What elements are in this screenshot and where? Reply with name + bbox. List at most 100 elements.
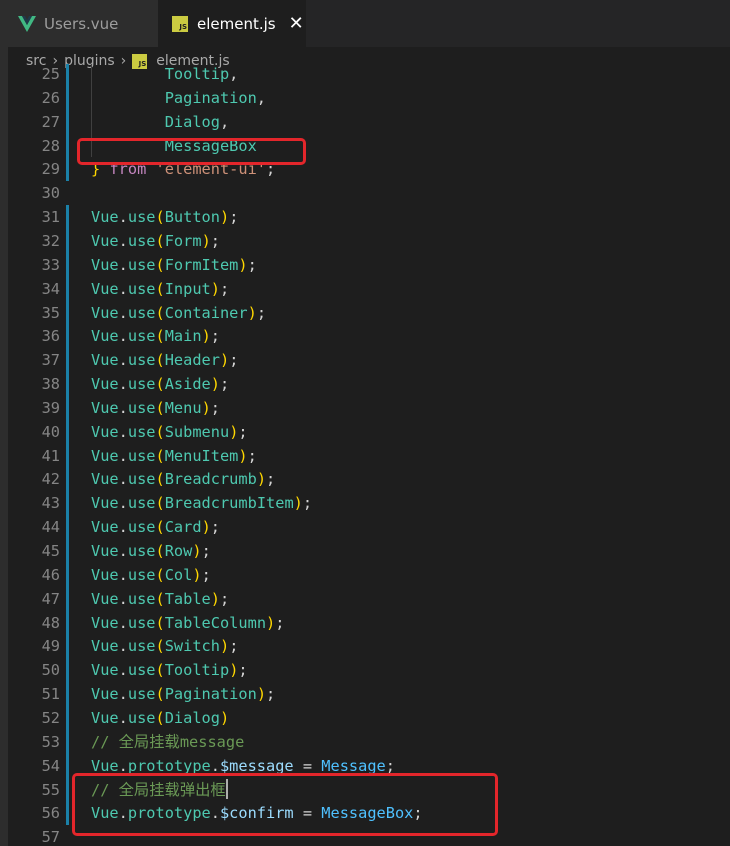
- code-token: Vue: [91, 303, 119, 322]
- code-token: (: [155, 255, 165, 274]
- code-token: use: [127, 279, 156, 298]
- code-token: ): [238, 255, 248, 274]
- code-token: ): [201, 518, 211, 537]
- code-line[interactable]: 30: [8, 181, 730, 205]
- code-token: ;: [220, 375, 230, 394]
- code-token: ;: [247, 255, 257, 274]
- code-line[interactable]: 34 Vue.use(Input);: [8, 277, 730, 301]
- code-token: Vue: [91, 518, 119, 537]
- code-token: .: [118, 685, 128, 704]
- code-line[interactable]: 41 Vue.use(MenuItem);: [8, 444, 730, 468]
- code-token: ): [192, 542, 202, 560]
- line-number: 35: [41, 303, 60, 322]
- tab-label: Users.vue: [44, 14, 119, 33]
- code-token: Switch: [164, 637, 220, 656]
- highlight-box-confirm-mount: [72, 773, 498, 836]
- code-token: ;: [275, 613, 285, 632]
- code-token: .: [118, 446, 128, 465]
- code-token: Table: [164, 589, 211, 608]
- code-token: // 全局挂载message: [91, 732, 245, 751]
- code-line[interactable]: 31 Vue.use(Button);: [8, 205, 730, 229]
- code-token: Vue: [91, 398, 119, 417]
- code-token: use: [127, 255, 156, 274]
- code-token: Vue: [91, 637, 119, 656]
- code-line[interactable]: 27 Dialog,: [8, 110, 730, 134]
- code-line[interactable]: 39 Vue.use(Menu);: [8, 396, 730, 420]
- code-line[interactable]: 45 Vue.use(Row);: [8, 539, 730, 563]
- code-line[interactable]: 35 Vue.use(Container);: [8, 301, 730, 325]
- code-token: BreadcrumbItem: [164, 494, 294, 513]
- code-token: .: [118, 208, 128, 227]
- code-line[interactable]: 51 Vue.use(Pagination);: [8, 682, 730, 706]
- code-token: ): [201, 398, 211, 417]
- code-token: ;: [201, 565, 211, 584]
- code-text: Pagination,: [91, 86, 266, 110]
- code-token: use: [127, 685, 156, 704]
- code-text: Vue.use(Menu);: [91, 396, 220, 420]
- code-line[interactable]: 49 Vue.use(Switch);: [8, 634, 730, 658]
- line-number: 31: [41, 208, 60, 227]
- code-token: Vue: [91, 661, 119, 680]
- line-number: 27: [41, 112, 60, 131]
- code-text: Vue.use(Breadcrumb);: [91, 467, 275, 491]
- code-token: Tooltip: [164, 661, 230, 680]
- code-token: ): [192, 565, 202, 584]
- code-line[interactable]: 44 Vue.use(Card);: [8, 515, 730, 539]
- code-line[interactable]: 50 Vue.use(Tooltip);: [8, 658, 730, 682]
- line-number: 42: [41, 470, 60, 489]
- code-line[interactable]: 33 Vue.use(FormItem);: [8, 253, 730, 277]
- code-line[interactable]: 42 Vue.use(Breadcrumb);: [8, 467, 730, 491]
- code-token: ;: [210, 231, 220, 250]
- code-token: Vue: [91, 494, 119, 513]
- code-line[interactable]: 52 Vue.use(Dialog): [8, 706, 730, 730]
- code-line[interactable]: 47 Vue.use(Table);: [8, 587, 730, 611]
- close-icon[interactable]: ✕: [289, 14, 304, 33]
- code-token: .: [118, 708, 128, 727]
- code-line[interactable]: 46 Vue.use(Col);: [8, 563, 730, 587]
- code-token: .: [118, 637, 128, 656]
- code-text: Vue.use(Card);: [91, 515, 220, 539]
- code-token: Vue: [91, 375, 119, 394]
- code-line[interactable]: 53 // 全局挂载message: [8, 730, 730, 754]
- line-number: 51: [41, 685, 60, 704]
- line-number: 57: [41, 828, 60, 846]
- code-line[interactable]: 48 Vue.use(TableColumn);: [8, 611, 730, 635]
- code-token: .: [118, 279, 128, 298]
- code-text: Vue.use(Pagination);: [91, 682, 275, 706]
- code-line[interactable]: 36 Vue.use(Main);: [8, 324, 730, 348]
- code-token: (: [155, 327, 165, 346]
- code-line[interactable]: 32 Vue.use(Form);: [8, 229, 730, 253]
- code-line[interactable]: 25 Tooltip,: [8, 64, 730, 86]
- code-editor[interactable]: 25 Tooltip, 26 Pagination, 27 Dialog, 28 Me…: [8, 64, 730, 846]
- js-file-icon: JS: [172, 15, 188, 32]
- line-number: 30: [41, 184, 60, 203]
- code-line[interactable]: 26 Pagination,: [8, 86, 730, 110]
- code-token: use: [127, 518, 156, 537]
- activity-bar-edge: [0, 0, 8, 846]
- code-token: .: [118, 231, 128, 250]
- code-line[interactable]: 38 Vue.use(Aside);: [8, 372, 730, 396]
- code-token: (: [155, 351, 165, 370]
- code-line[interactable]: 40 Vue.use(Submenu);: [8, 420, 730, 444]
- code-token: ;: [210, 398, 220, 417]
- code-token: (: [155, 518, 165, 537]
- code-token: (: [155, 208, 165, 227]
- code-text: Vue.use(Tooltip);: [91, 658, 248, 682]
- code-token: (: [155, 661, 165, 680]
- code-token: ): [219, 708, 230, 727]
- line-number: 50: [41, 661, 60, 680]
- code-token: (: [155, 565, 165, 584]
- code-line[interactable]: 37 Vue.use(Header);: [8, 348, 730, 372]
- code-token: Row: [164, 542, 193, 560]
- code-text: Vue.use(Container);: [91, 301, 266, 325]
- line-number: 28: [41, 136, 60, 155]
- tab-bar: Users.vue JS element.js ✕: [0, 0, 730, 47]
- tab-element-js[interactable]: JS element.js ✕: [158, 0, 306, 47]
- code-token: $message: [219, 756, 294, 775]
- code-token: ): [266, 613, 276, 632]
- code-token: Col: [164, 565, 193, 584]
- code-token: Pagination: [164, 685, 257, 704]
- code-line[interactable]: 43 Vue.use(BreadcrumbItem);: [8, 491, 730, 515]
- tab-users-vue[interactable]: Users.vue: [0, 0, 158, 47]
- code-token: (: [155, 279, 165, 298]
